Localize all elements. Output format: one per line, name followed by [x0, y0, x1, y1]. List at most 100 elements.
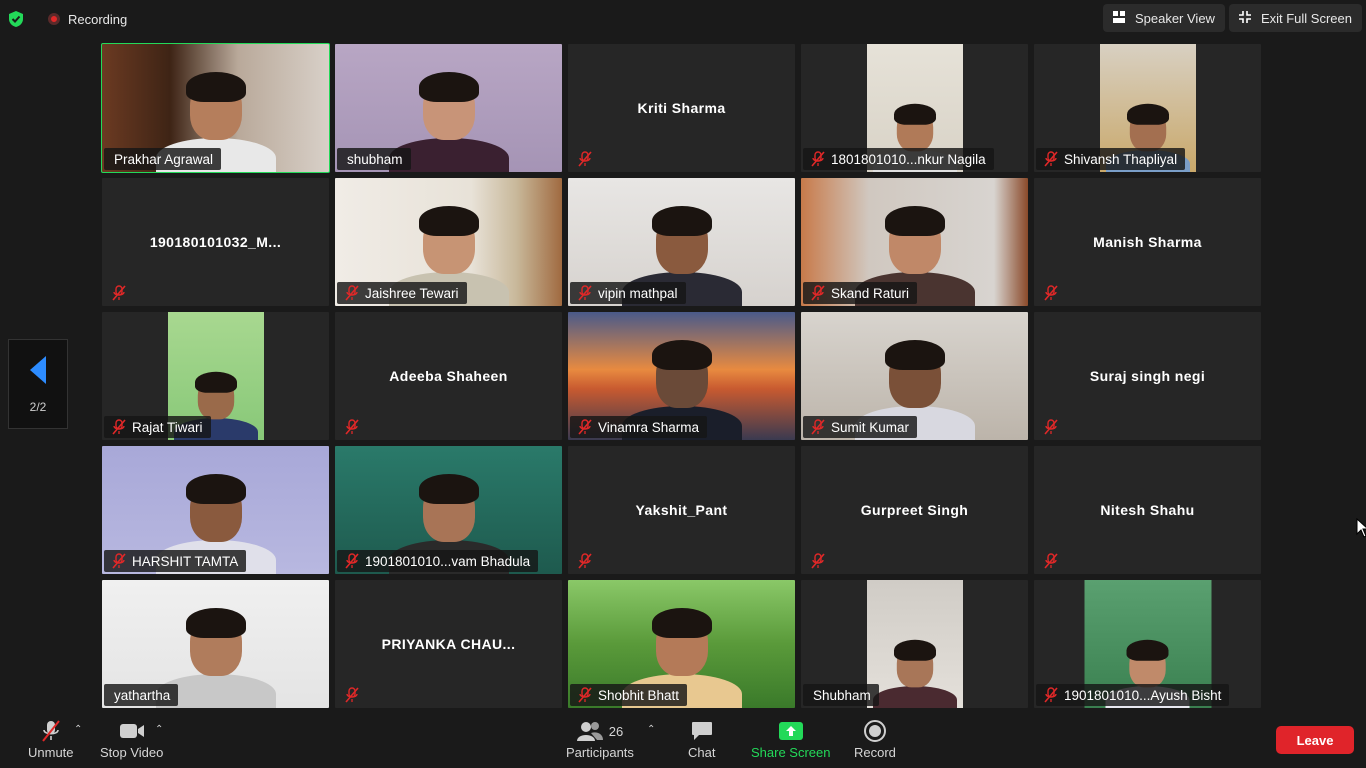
recording-dot-icon	[48, 13, 60, 25]
participants-options-chevron-icon[interactable]: ⌃	[647, 724, 655, 735]
participant-tile[interactable]: HARSHIT TAMTA	[102, 446, 329, 574]
participant-tile[interactable]: PRIYANKA CHAU...	[335, 580, 562, 708]
participant-label: 1801801010...nkur Nagila	[803, 148, 994, 170]
participant-name-center: 190180101032_M...	[149, 234, 282, 250]
muted-microphone-icon	[578, 419, 592, 435]
muted-microphone-icon	[112, 553, 126, 569]
participant-tile[interactable]: Gurpreet Singh	[801, 446, 1028, 574]
participant-tile[interactable]: yathartha	[102, 580, 329, 708]
participant-label	[1036, 416, 1066, 438]
participant-tile[interactable]: shubham	[335, 44, 562, 172]
participants-icon	[576, 722, 603, 741]
participant-tile[interactable]: Nitesh Shahu	[1034, 446, 1261, 574]
recording-label: Recording	[68, 11, 128, 27]
participant-tile[interactable]: Suraj singh negi	[1034, 312, 1261, 440]
recording-indicator[interactable]: Recording	[48, 12, 127, 27]
participant-tile[interactable]: 1901801010...vam Bhadula	[335, 446, 562, 574]
participant-tile[interactable]: 1901801010...Ayush Bisht	[1034, 580, 1261, 708]
chat-label: Chat	[688, 745, 716, 760]
video-options-chevron-icon[interactable]: ⌃	[155, 724, 163, 735]
participant-tile[interactable]: Shivansh Thapliyal	[1034, 44, 1261, 172]
speaker-view-icon	[1112, 10, 1125, 26]
share-screen-label: Share Screen	[751, 745, 831, 760]
participant-tile[interactable]: Rajat Tiwari	[102, 312, 329, 440]
participant-tile[interactable]: Shubham	[801, 580, 1028, 708]
participant-name: Shobhit Bhatt	[598, 687, 680, 703]
participants-label: Participants	[566, 745, 634, 760]
participant-tile[interactable]: Kriti Sharma	[568, 44, 795, 172]
muted-microphone-icon	[1044, 419, 1058, 435]
participant-label	[1036, 282, 1066, 304]
muted-microphone-icon	[1044, 285, 1058, 301]
participant-label: 1901801010...vam Bhadula	[337, 550, 539, 572]
muted-microphone-icon	[811, 419, 825, 435]
participant-name: Skand Raturi	[831, 285, 910, 301]
exit-full-screen-button[interactable]: Exit Full Screen	[1228, 4, 1362, 32]
muted-microphone-icon	[1044, 151, 1058, 167]
muted-microphone-icon	[40, 720, 62, 742]
participant-tile[interactable]: Vinamra Sharma	[568, 312, 795, 440]
muted-microphone-icon	[811, 553, 825, 569]
participant-name: Rajat Tiwari	[132, 419, 203, 435]
participant-label: Shobhit Bhatt	[570, 684, 688, 706]
participant-label: Prakhar Agrawal	[104, 148, 222, 170]
muted-microphone-icon	[578, 553, 592, 569]
muted-microphone-icon	[578, 687, 592, 703]
participant-tile[interactable]: Yakshit_Pant	[568, 446, 795, 574]
participant-tile[interactable]: Manish Sharma	[1034, 178, 1261, 306]
participant-name: Jaishree Tewari	[365, 285, 459, 301]
speaker-view-label: Speaker View	[1134, 10, 1215, 26]
muted-microphone-icon	[345, 419, 359, 435]
participants-count: 26	[608, 723, 624, 739]
participants-button[interactable]: 26 Participants	[566, 720, 634, 760]
participant-tile[interactable]: Sumit Kumar	[801, 312, 1028, 440]
record-button[interactable]: Record	[854, 720, 896, 760]
participant-tile[interactable]: Shobhit Bhatt	[568, 580, 795, 708]
participant-label: Jaishree Tewari	[337, 282, 467, 304]
stop-video-button[interactable]: Stop Video	[100, 720, 163, 760]
video-camera-icon	[119, 720, 145, 742]
muted-microphone-icon	[112, 285, 126, 301]
participant-tile[interactable]: vipin mathpal	[568, 178, 795, 306]
participant-name: vipin mathpal	[598, 285, 678, 301]
stop-video-label: Stop Video	[100, 745, 164, 760]
participant-label: HARSHIT TAMTA	[104, 550, 247, 572]
meeting-toolbar: Unmute ⌃ Stop Video ⌃ 26 Participants ⌃ …	[0, 714, 1366, 768]
participant-label: Rajat Tiwari	[104, 416, 211, 438]
leave-button[interactable]: Leave	[1276, 726, 1354, 754]
participant-tile[interactable]: 190180101032_M...	[102, 178, 329, 306]
participant-name: Prakhar Agrawal	[114, 151, 214, 167]
chat-button[interactable]: Chat	[688, 720, 715, 760]
participant-tile[interactable]: Jaishree Tewari	[335, 178, 562, 306]
participant-tile[interactable]: Adeeba Shaheen	[335, 312, 562, 440]
muted-microphone-icon	[1044, 553, 1058, 569]
shield-icon[interactable]	[8, 10, 24, 28]
share-screen-button[interactable]: Share Screen	[751, 720, 831, 760]
speaker-view-button[interactable]: Speaker View	[1102, 4, 1225, 32]
share-screen-icon	[778, 720, 803, 742]
chat-bubble-icon	[691, 720, 713, 742]
audio-options-chevron-icon[interactable]: ⌃	[74, 724, 82, 735]
participant-label	[570, 550, 600, 572]
participant-label: yathartha	[104, 684, 179, 706]
participant-tile[interactable]: Prakhar Agrawal	[101, 43, 330, 173]
participant-label	[337, 684, 367, 706]
participant-label	[570, 148, 600, 170]
unmute-button[interactable]: Unmute	[28, 720, 74, 760]
participant-label: Shivansh Thapliyal	[1036, 148, 1186, 170]
muted-microphone-icon	[578, 151, 592, 167]
participant-label: Vinamra Sharma	[570, 416, 708, 438]
participant-name-center: Gurpreet Singh	[860, 502, 969, 518]
participant-name: 1801801010...nkur Nagila	[831, 151, 986, 167]
meeting-window: Recording Speaker View Exit Full Screen …	[0, 0, 1366, 768]
participant-label	[337, 416, 367, 438]
participant-tile[interactable]: Skand Raturi	[801, 178, 1028, 306]
participant-label: Shubham	[803, 684, 879, 706]
participant-name-center: PRIYANKA CHAU...	[381, 636, 516, 652]
participant-label	[1036, 550, 1066, 572]
previous-page-button[interactable]: 2/2	[8, 339, 68, 429]
record-label: Record	[854, 745, 896, 760]
muted-microphone-icon	[112, 419, 126, 435]
participant-label: shubham	[337, 148, 411, 170]
participant-tile[interactable]: 1801801010...nkur Nagila	[801, 44, 1028, 172]
